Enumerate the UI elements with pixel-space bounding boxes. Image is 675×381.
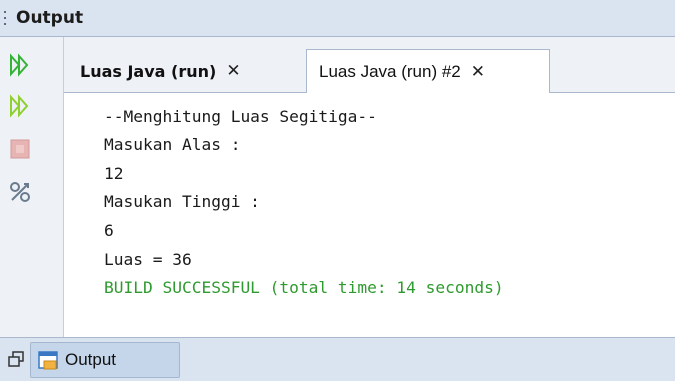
rerun-with-params-button[interactable] <box>8 94 32 118</box>
drag-grip-icon[interactable] <box>4 11 12 25</box>
restore-window-icon[interactable] <box>8 351 24 367</box>
build-status-line: BUILD SUCCESSFUL (total time: 14 seconds… <box>104 278 504 297</box>
output-toolbar <box>0 37 64 337</box>
console-line: Luas = 36 <box>104 250 192 269</box>
double-play-icon <box>10 94 29 118</box>
output-window-icon <box>38 351 58 370</box>
console-line: Masukan Tinggi : <box>104 192 260 211</box>
tab-label: Luas Java (run) #2 <box>319 62 461 81</box>
console-line: Masukan Alas : <box>104 135 241 154</box>
console-line: 6 <box>104 221 114 240</box>
output-minimized-tab[interactable]: Output <box>30 342 180 378</box>
tab-luas-java-run[interactable]: Luas Java (run) ✕ <box>68 49 306 93</box>
tab-label: Luas Java (run) <box>80 61 217 81</box>
close-icon[interactable]: ✕ <box>471 62 485 82</box>
close-icon[interactable]: ✕ <box>226 61 240 81</box>
settings-icon <box>10 182 30 202</box>
bottom-window-bar: Output <box>0 337 675 381</box>
double-play-icon <box>10 53 29 77</box>
rerun-button[interactable] <box>8 53 32 77</box>
settings-button[interactable] <box>8 180 32 204</box>
output-tab-strip: Luas Java (run) ✕ Luas Java (run) #2 ✕ <box>64 37 675 94</box>
window-title: Output <box>16 8 84 28</box>
stop-button[interactable] <box>8 137 32 161</box>
output-tab-label: Output <box>65 350 117 369</box>
console-line-partial: ‾‾‾‾ <box>104 93 143 98</box>
console-line: 12 <box>104 164 124 183</box>
console-line: --Menghitung Luas Segitiga-- <box>104 107 377 126</box>
console-output[interactable]: ‾‾‾‾ --Menghitung Luas Segitiga-- Masuka… <box>64 93 675 337</box>
tab-luas-java-run-2[interactable]: Luas Java (run) #2 ✕ <box>306 49 550 94</box>
output-window-titlebar: Output <box>0 0 675 37</box>
stop-icon <box>10 139 30 159</box>
